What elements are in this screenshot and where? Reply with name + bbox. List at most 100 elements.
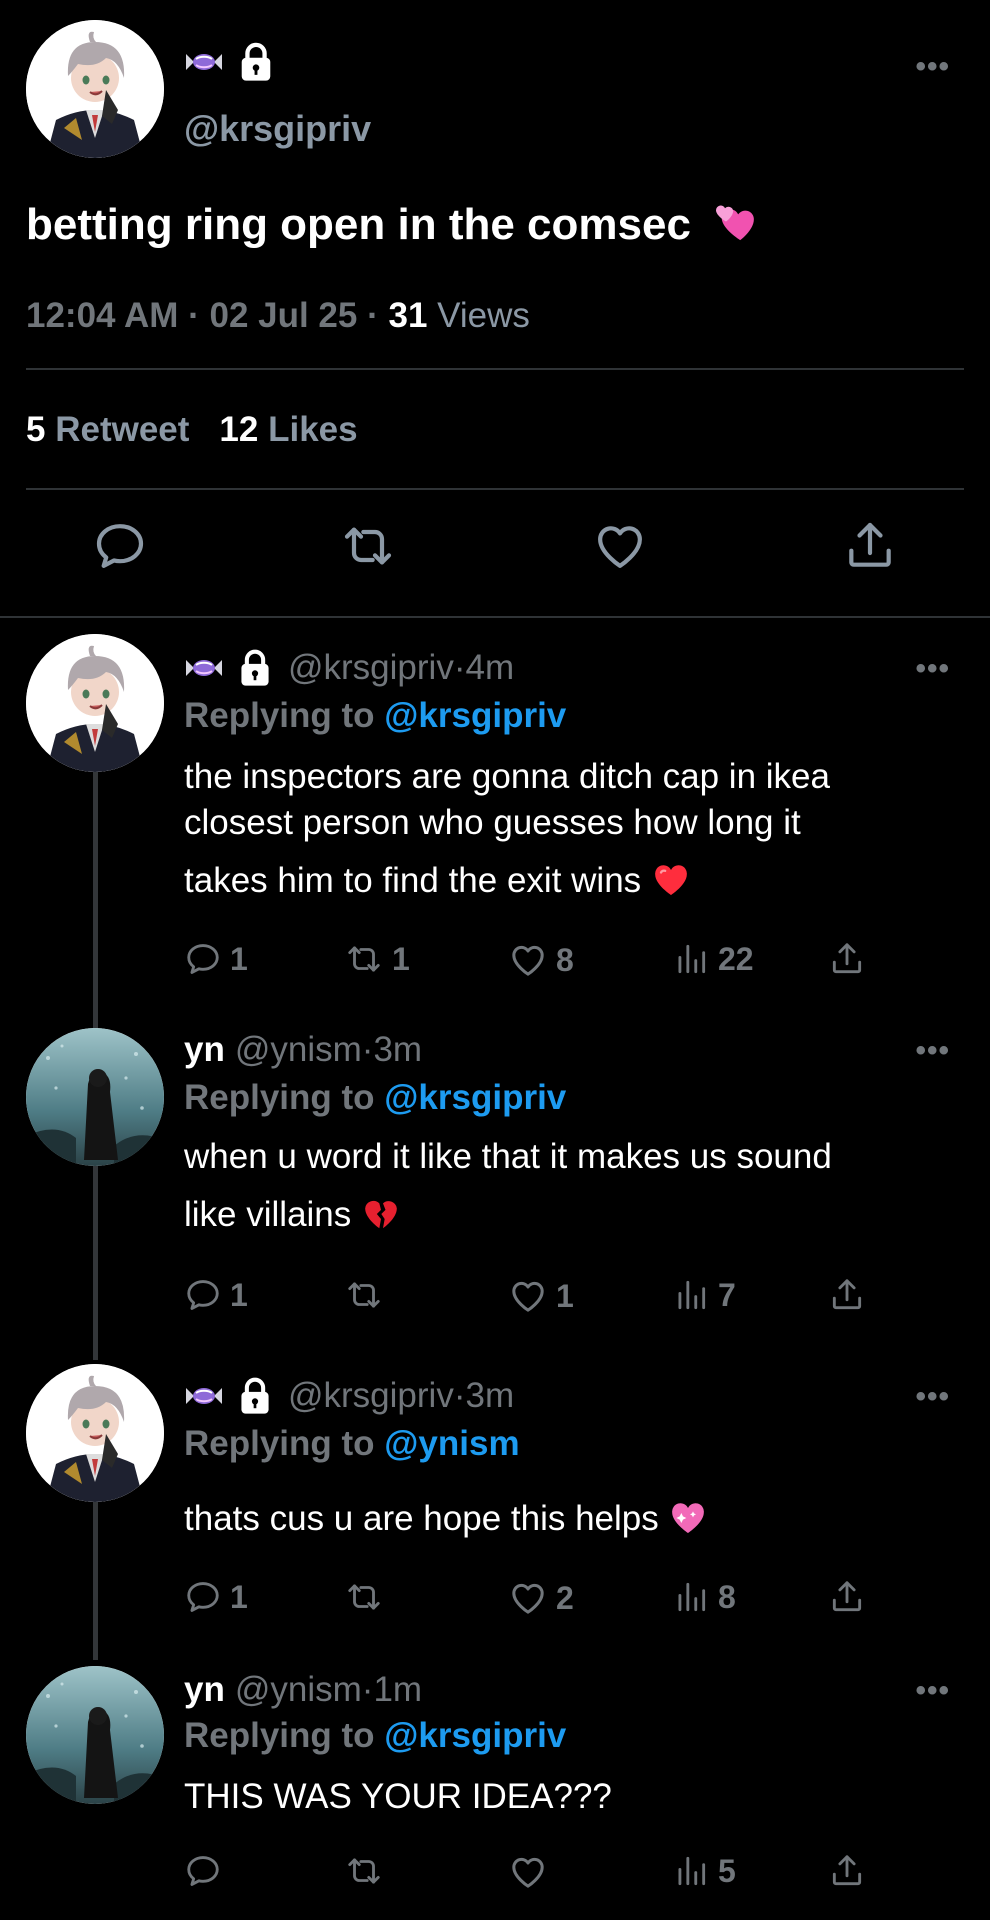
divider [26,488,964,490]
retweet-button[interactable]: 1 [344,940,410,978]
like-icon[interactable] [592,518,648,574]
reply-time[interactable]: 1m [373,1670,422,1710]
thread-line [93,1164,98,1360]
retweet-icon [344,1276,384,1314]
reply-avatar-image [26,1028,164,1166]
author-handle[interactable]: @krsgipriv [184,108,371,150]
reply-line: like villains [184,1195,352,1234]
views-button[interactable]: 8 [672,1578,736,1616]
tweet-time[interactable]: 12:04 AM [26,296,178,335]
retweet-count: 5 [26,410,46,449]
main-action-bar [0,518,990,588]
lock-icon [238,649,272,687]
author-avatar[interactable] [26,20,164,158]
reply-line-with-emoji: like villains [184,1192,964,1238]
reply-handle[interactable]: @ynism [235,1030,362,1070]
like-button[interactable]: 2 [508,1578,574,1618]
like-count: 8 [556,941,574,978]
reply-avatar-image [26,1666,164,1804]
reply-handle[interactable]: @krsgipriv [288,1376,454,1416]
replying-to-link[interactable]: @krsgipriv [384,696,566,735]
reply-line: when u word it like that it makes us sou… [184,1137,832,1176]
share-button[interactable] [828,940,866,978]
reply-line-with-emoji: thats cus u are hope this helps [184,1496,964,1542]
reply-display-name[interactable]: yn [184,1030,225,1070]
reply-button[interactable]: 1 [184,940,248,978]
retweet-count: 1 [392,940,410,977]
replying-to-link[interactable]: @krsgipriv [384,1716,566,1755]
reply-button[interactable] [184,1852,230,1890]
reply-action-bar: 1 2 8 [184,1578,884,1628]
share-button[interactable] [828,1578,866,1616]
reply-text: the inspectors are gonna ditch cap in ik… [184,754,964,904]
replying-to-link[interactable]: @krsgipriv [384,1078,566,1117]
reply-avatar[interactable] [26,1666,164,1804]
reply-line: takes him to find the exit wins [184,861,642,900]
retweet-button[interactable] [344,1276,392,1314]
like-icon [508,1276,548,1316]
reply-display-name[interactable]: yn [184,1670,225,1710]
views-label: Views [437,296,530,335]
reply-count: 1 [230,1276,248,1313]
reply-button[interactable]: 1 [184,1276,248,1314]
broken-heart-icon [361,1194,401,1234]
reply-time[interactable]: 4m [465,648,514,688]
reply-header: @krsgipriv · 3m [184,1376,514,1416]
more-options-button[interactable]: ••• [915,1382,950,1412]
meta-separator: · [453,648,466,687]
reply-header: yn @ynism · 3m [184,1030,422,1070]
views-count: 7 [718,1276,736,1313]
reply-header: yn @ynism · 1m [184,1670,422,1710]
reply-avatar[interactable] [26,1364,164,1502]
more-options-button[interactable]: ••• [915,1676,950,1706]
like-button[interactable] [508,1852,556,1892]
views-button[interactable]: 7 [672,1276,736,1314]
share-button[interactable] [828,1276,866,1314]
likes-label: Likes [268,410,358,449]
lock-icon [238,1377,272,1415]
retweet-button[interactable] [344,1852,392,1890]
likes-stat[interactable]: 12 Likes [219,410,357,449]
reply-icon [184,940,222,978]
reply-button[interactable]: 1 [184,1578,248,1616]
retweet-icon[interactable] [340,518,396,574]
reply-time[interactable]: 3m [465,1376,514,1416]
thread-line [93,770,98,1030]
views-button[interactable]: 5 [672,1852,736,1890]
replying-prefix: Replying to [184,1078,385,1117]
reply-text: thats cus u are hope this helps [184,1496,964,1542]
tweet-metadata: 12:04 AM · 02 Jul 25 · 31 Views [26,296,530,336]
candy-icon [184,1384,224,1408]
reply-avatar[interactable] [26,634,164,772]
author-avatar-image [26,20,164,158]
replying-to: Replying to @krsgipriv [184,1078,566,1118]
reply-handle[interactable]: @ynism [235,1670,362,1710]
replying-to: Replying to @krsgipriv [184,1716,566,1756]
like-button[interactable]: 8 [508,940,574,980]
reply-avatar[interactable] [26,1028,164,1166]
like-button[interactable]: 1 [508,1276,574,1316]
reply-icon[interactable] [92,518,148,574]
replying-prefix: Replying to [184,696,385,735]
tweet-date[interactable]: 02 Jul 25 [209,296,357,335]
reply-time[interactable]: 3m [373,1030,422,1070]
replying-to-link[interactable]: @ynism [384,1424,519,1463]
reply-action-bar: 1 1 8 22 [184,940,884,990]
reply-line: thats cus u are hope this helps [184,1499,659,1538]
like-count: 1 [556,1277,574,1314]
more-options-button[interactable]: ••• [915,654,950,684]
reply-line: the inspectors are gonna ditch cap in ik… [184,757,830,796]
views-count: 31 [388,296,428,335]
retweet-stat[interactable]: 5 Retweet [26,410,189,449]
more-options-button[interactable]: ••• [915,1036,950,1066]
views-button[interactable]: 22 [672,940,754,978]
retweet-button[interactable] [344,1578,392,1616]
reply-action-bar: 1 1 7 [184,1276,884,1326]
more-options-button[interactable]: ••• [915,52,950,82]
replying-prefix: Replying to [184,1716,385,1755]
reply-handle[interactable]: @krsgipriv [288,648,454,688]
share-icon[interactable] [842,518,898,574]
divider [26,368,964,370]
share-button[interactable] [828,1852,866,1890]
views-count: 8 [718,1578,736,1615]
